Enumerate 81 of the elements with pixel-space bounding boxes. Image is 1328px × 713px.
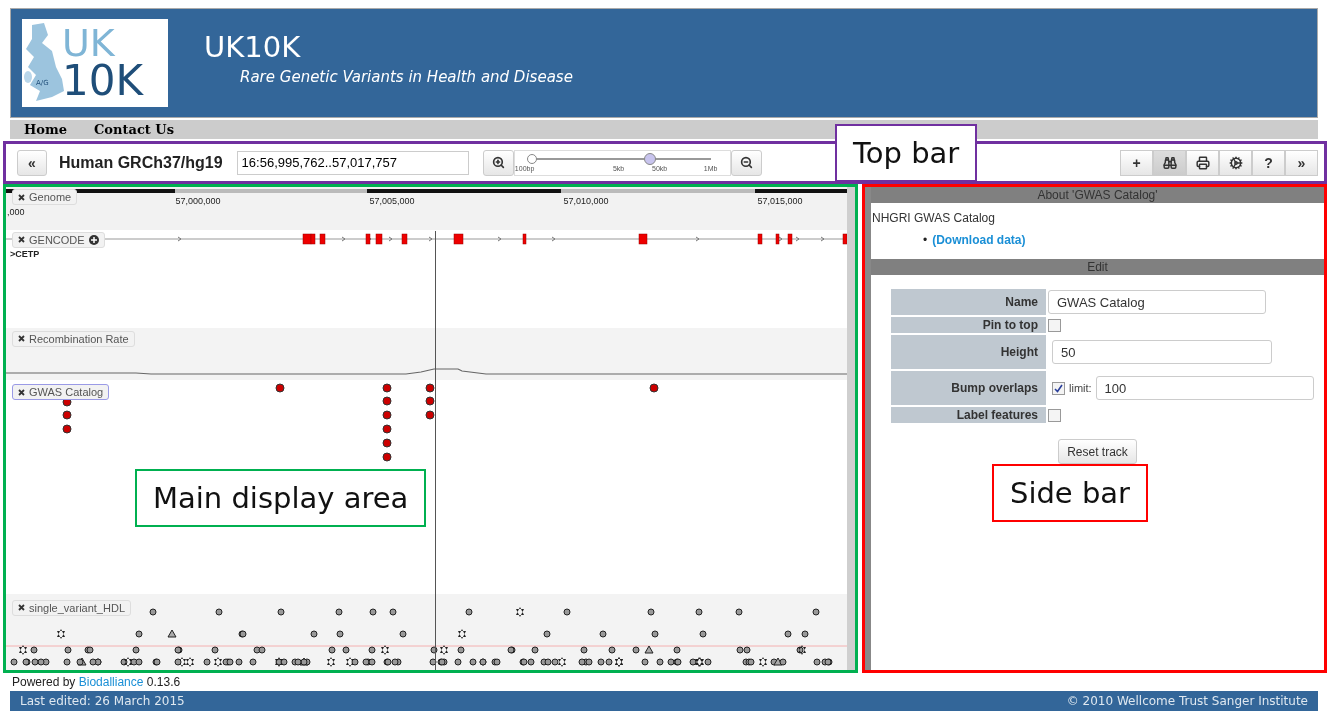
field-label: Pin to top (891, 317, 1046, 333)
location-field[interactable]: 16:56,995,762..57,017,757 (236, 150, 469, 175)
slider-thumb[interactable] (644, 152, 657, 165)
gene-label: >CETP (10, 248, 40, 259)
scrollbar[interactable] (847, 187, 855, 670)
print-button[interactable] (1186, 149, 1219, 176)
checkbox[interactable] (1052, 381, 1065, 395)
gwas-point[interactable] (62, 424, 72, 434)
close-icon[interactable] (18, 604, 25, 612)
printer-icon (1195, 155, 1210, 170)
nav-link[interactable]: Contact Us (94, 122, 174, 137)
annotation-label: Main display area (135, 469, 427, 527)
last-edited-text: Last edited: 26 March 2015 (20, 694, 185, 708)
text-field[interactable]: GWAS Catalog (1048, 290, 1266, 314)
track-label[interactable]: single_variant_HDL (12, 599, 131, 616)
list-bullet: • (923, 233, 928, 247)
logo-text: UK (62, 25, 115, 62)
binoculars-icon (1162, 155, 1177, 170)
gwas-point[interactable] (425, 383, 435, 393)
ruler-label: ,000 (7, 207, 25, 217)
zoom-out-icon (739, 156, 753, 169)
text-field[interactable]: 50 (1052, 340, 1272, 364)
back-button[interactable]: « (17, 149, 47, 176)
gears-icon (1228, 155, 1243, 170)
track-label[interactable]: GWAS Catalog (12, 384, 110, 401)
gwas-point[interactable] (382, 424, 392, 434)
plus-circle-icon[interactable] (88, 234, 99, 245)
gwas-point[interactable] (425, 410, 435, 420)
slider-end (526, 153, 537, 164)
copyright-text: © 2010 Wellcome Trust Sanger Institute (1066, 694, 1308, 708)
gwas-point[interactable] (382, 383, 392, 393)
gwas-point[interactable] (62, 410, 72, 420)
zoom-out-button[interactable] (730, 149, 762, 176)
reset-track-button[interactable]: Reset track (1058, 439, 1137, 464)
site-title: UK10K (204, 30, 302, 64)
site-subtitle: Rare Genetic Variants in Health and Disease (240, 68, 573, 86)
track-description: NHGRI GWAS Catalog (871, 210, 996, 225)
annotation-label: Top bar (835, 124, 978, 182)
zoom-in-icon (491, 156, 505, 169)
gwas-point[interactable] (275, 383, 285, 393)
panel-handle[interactable] (865, 187, 871, 670)
ruler-label: 57,000,000 (175, 196, 221, 206)
track-label[interactable]: Recombination Rate (12, 330, 135, 347)
tool-button[interactable]: ? (1252, 149, 1285, 176)
tool-button[interactable]: + (1120, 149, 1153, 176)
field-label: Label features (891, 407, 1046, 423)
gwas-point[interactable] (382, 438, 392, 448)
annotation-label: Side bar (992, 464, 1149, 522)
field-label: Bump overlaps (891, 371, 1046, 405)
ruler-label: 57,005,000 (369, 196, 415, 206)
checkbox[interactable] (1048, 408, 1061, 422)
tool-button[interactable]: » (1285, 149, 1318, 176)
panel-heading: Edit (871, 259, 1324, 275)
close-icon[interactable] (18, 335, 25, 343)
close-icon[interactable] (18, 193, 25, 201)
ruler-label: 57,015,000 (757, 196, 803, 206)
track-label[interactable]: Genome (12, 189, 78, 205)
checkbox[interactable] (1048, 318, 1061, 332)
logo-text: 10K (62, 61, 143, 101)
track-label[interactable]: GENCODE (12, 231, 105, 248)
limit-label: limit: (1069, 382, 1092, 394)
download-link[interactable]: (Download data) (932, 233, 1026, 247)
gwas-point[interactable] (425, 396, 435, 406)
gwas-point[interactable] (382, 410, 392, 420)
zoom-in-button[interactable] (482, 149, 514, 176)
powered-by-text: Powered by Biodalliance 0.13.6 (12, 675, 182, 689)
close-icon[interactable] (18, 388, 25, 396)
gears-button[interactable] (1219, 149, 1252, 176)
ruler-label: 57,010,000 (563, 196, 609, 206)
gwas-point[interactable] (382, 452, 392, 462)
binoculars-button[interactable] (1153, 149, 1186, 176)
gwas-point[interactable] (382, 396, 392, 406)
nav-link[interactable]: Home (24, 122, 67, 137)
panel-heading: About 'GWAS Catalog' (871, 187, 1324, 203)
field-label: Height (891, 335, 1046, 369)
genome-name: Human GRCh37/hg19 (59, 153, 223, 172)
field-label: Name (891, 289, 1046, 315)
close-icon[interactable] (18, 236, 25, 244)
gwas-point[interactable] (649, 383, 659, 393)
limit-field[interactable]: 100 (1095, 376, 1314, 400)
biodalliance-link[interactable]: Biodalliance (78, 675, 144, 689)
